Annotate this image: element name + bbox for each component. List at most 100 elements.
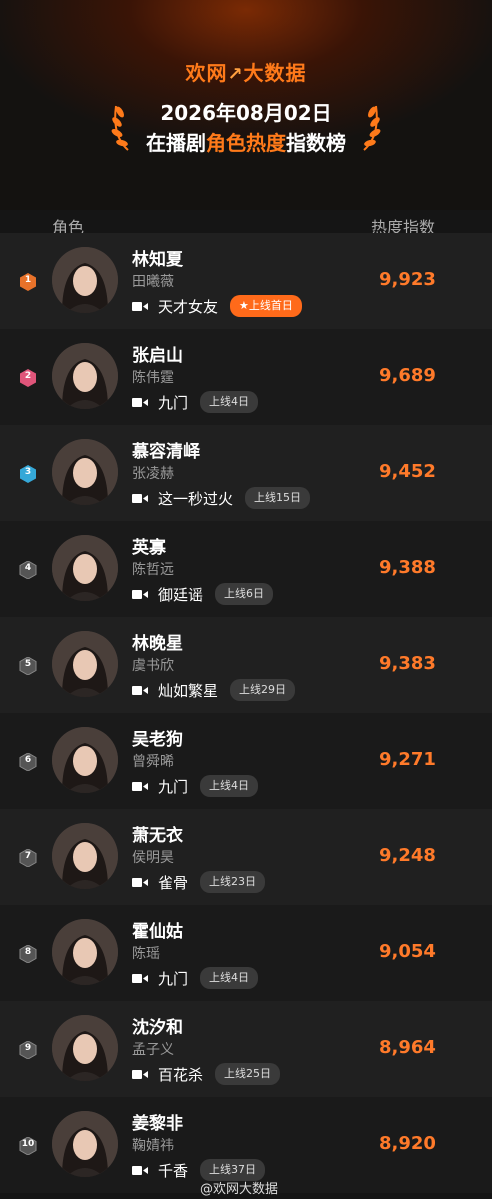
days-online-badge: 上线23日: [200, 871, 266, 893]
ranking-title: 在播剧角色热度指数榜: [0, 127, 492, 156]
actor-name: 鞠婧祎: [132, 1138, 174, 1154]
avatar: [52, 439, 118, 505]
brand-text-2: 大数据: [243, 61, 307, 85]
title-part-1: 在播剧: [146, 131, 206, 155]
rank-badge: 5: [19, 657, 37, 675]
title-highlight: 角色热度: [206, 131, 286, 155]
show-title: 这一秒过火: [158, 489, 234, 508]
avatar: [52, 631, 118, 697]
portrait-icon: [52, 343, 118, 409]
show-title: 雀骨: [158, 873, 189, 892]
actor-name: 孟子义: [132, 1042, 174, 1058]
video-camera-icon: [132, 301, 148, 311]
show-title: 灿如繁星: [158, 681, 219, 700]
character-name: 张启山: [132, 346, 183, 366]
show-info: 这一秒过火 上线15日: [132, 486, 311, 510]
ranking-row[interactable]: 5 林晚星 虞书欣 灿如繁星 上线29日 9,383: [0, 617, 492, 713]
avatar: [52, 919, 118, 985]
video-camera-icon: [132, 877, 148, 887]
character-name: 慕容清峄: [132, 442, 200, 462]
portrait-icon: [52, 535, 118, 601]
badge-text: 上线4日: [209, 971, 250, 984]
character-name: 吴老狗: [132, 730, 183, 750]
heat-index-score: 9,248: [379, 845, 436, 866]
show-title: 百花杀: [158, 1065, 204, 1084]
badge-text: 上线首日: [248, 299, 293, 312]
avatar: [52, 247, 118, 313]
days-online-badge: 上线29日: [230, 679, 296, 701]
ranking-row[interactable]: 4 英寡 陈哲远 御廷谣 上线6日 9,388: [0, 521, 492, 617]
show-info: 天才女友 ★上线首日: [132, 294, 302, 318]
show-info: 御廷谣 上线6日: [132, 582, 274, 606]
character-name: 林晚星: [132, 634, 183, 654]
rank-number: 10: [21, 1139, 35, 1149]
ranking-row[interactable]: 8 霍仙姑 陈瑶 九门 上线4日 9,054: [0, 905, 492, 1001]
days-online-badge: 上线4日: [200, 775, 259, 797]
ranking-row[interactable]: 7 萧无衣 侯明昊 雀骨 上线23日 9,248: [0, 809, 492, 905]
actor-name: 陈瑶: [132, 946, 160, 962]
days-online-badge: ★上线首日: [230, 295, 302, 317]
ranking-row[interactable]: 1 林知夏田曦薇天才女友 ★上线首日 9,923: [0, 233, 492, 329]
video-camera-icon: [132, 1165, 148, 1175]
rank-badge: 6: [19, 753, 37, 771]
heat-index-score: 9,452: [379, 461, 436, 482]
ranking-row[interactable]: 6 吴老狗 曾舜晞 九门 上线4日 9,271: [0, 713, 492, 809]
avatar: [52, 343, 118, 409]
portrait-icon: [52, 439, 118, 505]
character-name: 林知夏: [132, 250, 183, 270]
rank-number: 4: [24, 563, 32, 573]
show-info: 九门 上线4日: [132, 390, 259, 414]
avatar: [52, 1111, 118, 1177]
show-info: 雀骨 上线23日: [132, 870, 266, 894]
rank-number: 1: [24, 275, 32, 285]
video-camera-icon: [132, 1069, 148, 1079]
header-banner: 欢网↗大数据 2026年08月02日 在播剧角色热度指数榜: [0, 0, 492, 210]
days-online-badge: 上线15日: [245, 487, 311, 509]
show-title: 九门: [158, 393, 189, 412]
days-online-badge: 上线25日: [215, 1063, 281, 1085]
show-title: 千香: [158, 1161, 189, 1180]
trend-arrow-icon: ↗: [227, 64, 244, 85]
portrait-icon: [52, 1111, 118, 1177]
badge-text: 上线23日: [209, 875, 257, 888]
show-info: 百花杀 上线25日: [132, 1062, 281, 1086]
ranking-row[interactable]: 2 张启山 陈伟霆 九门 上线4日 9,689: [0, 329, 492, 425]
avatar: [52, 1015, 118, 1081]
avatar: [52, 823, 118, 889]
rank-number: 3: [24, 467, 32, 477]
rank-badge: 4: [19, 561, 37, 579]
rank-number: 2: [24, 371, 32, 381]
video-camera-icon: [132, 685, 148, 695]
show-title: 九门: [158, 777, 189, 796]
rank-badge: 2: [19, 369, 37, 387]
rank-number: 7: [24, 851, 32, 861]
rank-badge: 8: [19, 945, 37, 963]
brand-text-1: 欢网: [185, 61, 228, 85]
heat-index-score: 9,923: [379, 269, 436, 290]
portrait-icon: [52, 727, 118, 793]
ranking-date: 2026年08月02日: [160, 101, 332, 125]
video-camera-icon: [132, 589, 148, 599]
video-camera-icon: [132, 973, 148, 983]
ranking-row[interactable]: 9 沈汐和 孟子义 百花杀 上线25日 8,964: [0, 1001, 492, 1097]
actor-name: 田曦薇: [132, 274, 174, 290]
brand-logo: 欢网↗大数据: [0, 57, 492, 86]
video-camera-icon: [132, 493, 148, 503]
rank-number: 5: [24, 659, 32, 669]
rank-badge: 9: [19, 1041, 37, 1059]
character-name: 姜黎非: [132, 1114, 183, 1134]
days-online-badge: 上线4日: [200, 967, 259, 989]
heat-index-score: 9,388: [379, 557, 436, 578]
badge-text: 上线37日: [209, 1163, 257, 1176]
actor-name: 虞书欣: [132, 658, 174, 674]
heat-index-score: 9,689: [379, 365, 436, 386]
rank-number: 8: [24, 947, 32, 957]
actor-name: 曾舜晞: [132, 754, 174, 770]
show-title: 御廷谣: [158, 585, 204, 604]
star-icon: ★: [239, 299, 249, 312]
ranking-row[interactable]: 3 慕容清峄 张凌赫 这一秒过火 上线15日 9,452: [0, 425, 492, 521]
heat-index-score: 8,964: [379, 1037, 436, 1058]
character-name: 萧无衣: [132, 826, 183, 846]
actor-name: 陈哲远: [132, 562, 174, 578]
badge-text: 上线25日: [224, 1067, 272, 1080]
